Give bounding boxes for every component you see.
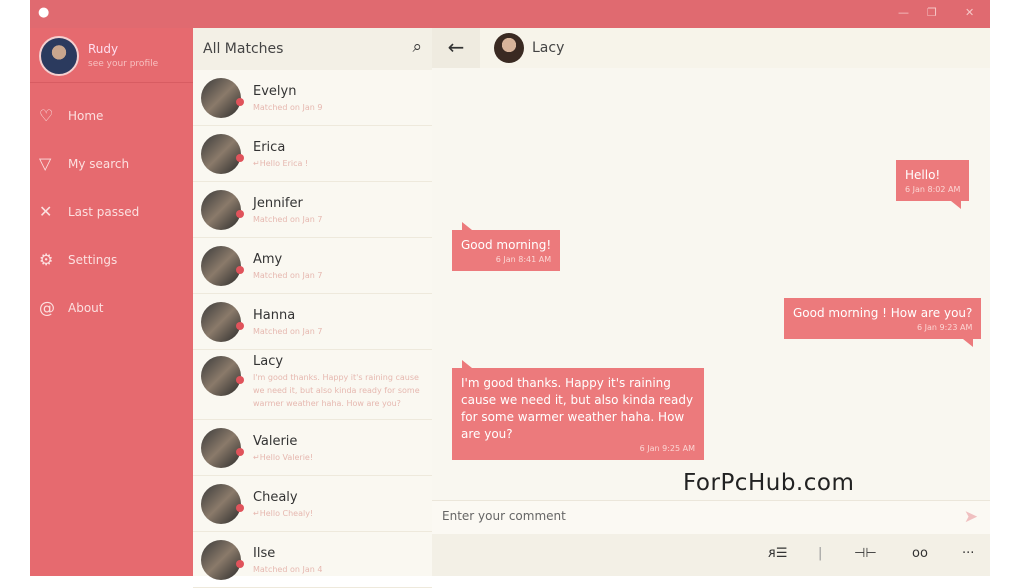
nav-settings[interactable]: ⚙ Settings [30,242,193,278]
comment-bar: ➤ [432,500,990,534]
nav-label: Home [68,109,104,123]
avatar [201,190,241,230]
avatar [201,540,241,580]
chat-toolbar: ᴙ☰ | ⊣⊢ oo ··· [432,534,990,576]
online-dot [236,560,244,568]
comment-input[interactable] [442,509,942,523]
online-dot [236,376,244,384]
list-item[interactable]: Ilse Matched on Jan 4 [193,532,432,588]
match-subtitle: ↵Hello Valerie! [253,453,314,462]
search-icon[interactable]: ⌕ [412,37,422,57]
online-dot [236,266,244,274]
avatar [201,484,241,524]
more-icon[interactable]: ··· [962,546,974,561]
match-subtitle: Matched on Jan 7 [253,215,323,224]
contact-icon[interactable]: ᴙ☰ [768,546,787,561]
avatar [201,246,241,286]
list-item[interactable]: Evelyn Matched on Jan 9 [193,70,432,126]
match-subtitle: Matched on Jan 9 [253,103,323,112]
avatar [201,78,241,118]
match-subtitle: Matched on Jan 7 [253,327,323,336]
minimize-button[interactable]: — [898,6,909,19]
profile-button[interactable]: Rudy see your profile [30,28,193,83]
list-item[interactable]: Hanna Matched on Jan 7 [193,294,432,350]
avatar [39,36,79,76]
online-dot [236,98,244,106]
list-item[interactable]: Jennifer Matched on Jan 7 [193,182,432,238]
cross-icon: ✕ [39,202,53,221]
voicemail-icon[interactable]: oo [912,546,928,561]
match-name: Valerie [253,434,298,449]
list-item[interactable]: Lacy I'm good thanks. Happy it's raining … [193,350,432,420]
flame-icon: ● [38,5,50,20]
message-bubble: Good morning! 6 Jan 8:41 AM [452,222,561,271]
nav-my-search[interactable]: ▽ My search [30,146,193,182]
match-subtitle: I'm good thanks. Happy it's raining caus… [253,373,420,408]
match-subtitle: Matched on Jan 4 [253,565,323,574]
at-icon: @ [39,298,55,317]
back-arrow-icon[interactable]: ← [432,28,480,68]
avatar [201,428,241,468]
nav-label: Last passed [68,205,140,219]
chat-header: ← Lacy [432,28,990,68]
watermark: ForPcHub.com [683,470,855,496]
avatar [201,302,241,342]
list-item[interactable]: Amy Matched on Jan 7 [193,238,432,294]
list-item[interactable]: Erica ↵Hello Erica ! [193,126,432,182]
nav-label: My search [68,157,130,171]
nav-label: About [68,301,104,315]
message-bubble: I'm good thanks. Happy it's raining caus… [452,360,704,460]
message-bubble: Good morning ! How are you? 6 Jan 9:23 AM [784,298,982,347]
avatar [201,134,241,174]
maximize-button[interactable]: ❐ [927,6,937,19]
message-bubble: Hello! 6 Jan 8:02 AM [896,160,970,209]
filter-icon: ▽ [39,154,52,173]
match-subtitle: Matched on Jan 7 [253,271,323,280]
online-dot [236,504,244,512]
match-name: Amy [253,252,283,267]
match-name: Jennifer [253,196,303,211]
match-subtitle: ↵Hello Chealy! [253,509,314,518]
contact-avatar [494,33,524,63]
list-title: All Matches [203,41,284,57]
sidebar: Rudy see your profile ♡ Home ▽ My search ✕… [30,28,193,576]
match-name: Chealy [253,490,298,505]
nav-last-passed[interactable]: ✕ Last passed [30,194,193,230]
send-icon[interactable]: ➤ [964,507,978,527]
online-dot [236,154,244,162]
list-item[interactable]: Chealy ↵Hello Chealy! [193,476,432,532]
match-name: Lacy [253,354,284,369]
match-subtitle: ↵Hello Erica ! [253,159,309,168]
online-dot [236,322,244,330]
nav-about[interactable]: @ About [30,290,193,326]
list-header: All Matches ⌕ [193,28,432,70]
close-button[interactable]: ✕ [965,6,974,19]
profile-subtitle: see your profile [88,59,159,69]
match-name: Ilse [253,546,276,561]
match-name: Erica [253,140,286,155]
online-dot [236,448,244,456]
matches-list: All Matches ⌕ Evelyn Matched on Jan 9 Eric… [193,28,432,588]
profile-name: Rudy [88,42,119,56]
gear-icon: ⚙ [39,250,54,269]
list-item[interactable]: Valerie ↵Hello Valerie! [193,420,432,476]
divider: | [818,546,823,561]
online-dot [236,210,244,218]
match-name: Hanna [253,308,296,323]
pin-icon[interactable]: ⊣⊢ [854,546,877,561]
title-bar: ● — ❐ ✕ [30,0,990,28]
nav-label: Settings [68,253,118,267]
heart-icon: ♡ [39,106,54,125]
match-name: Evelyn [253,84,297,99]
contact-name: Lacy [532,40,565,56]
nav-home[interactable]: ♡ Home [30,98,193,134]
avatar [201,356,241,396]
